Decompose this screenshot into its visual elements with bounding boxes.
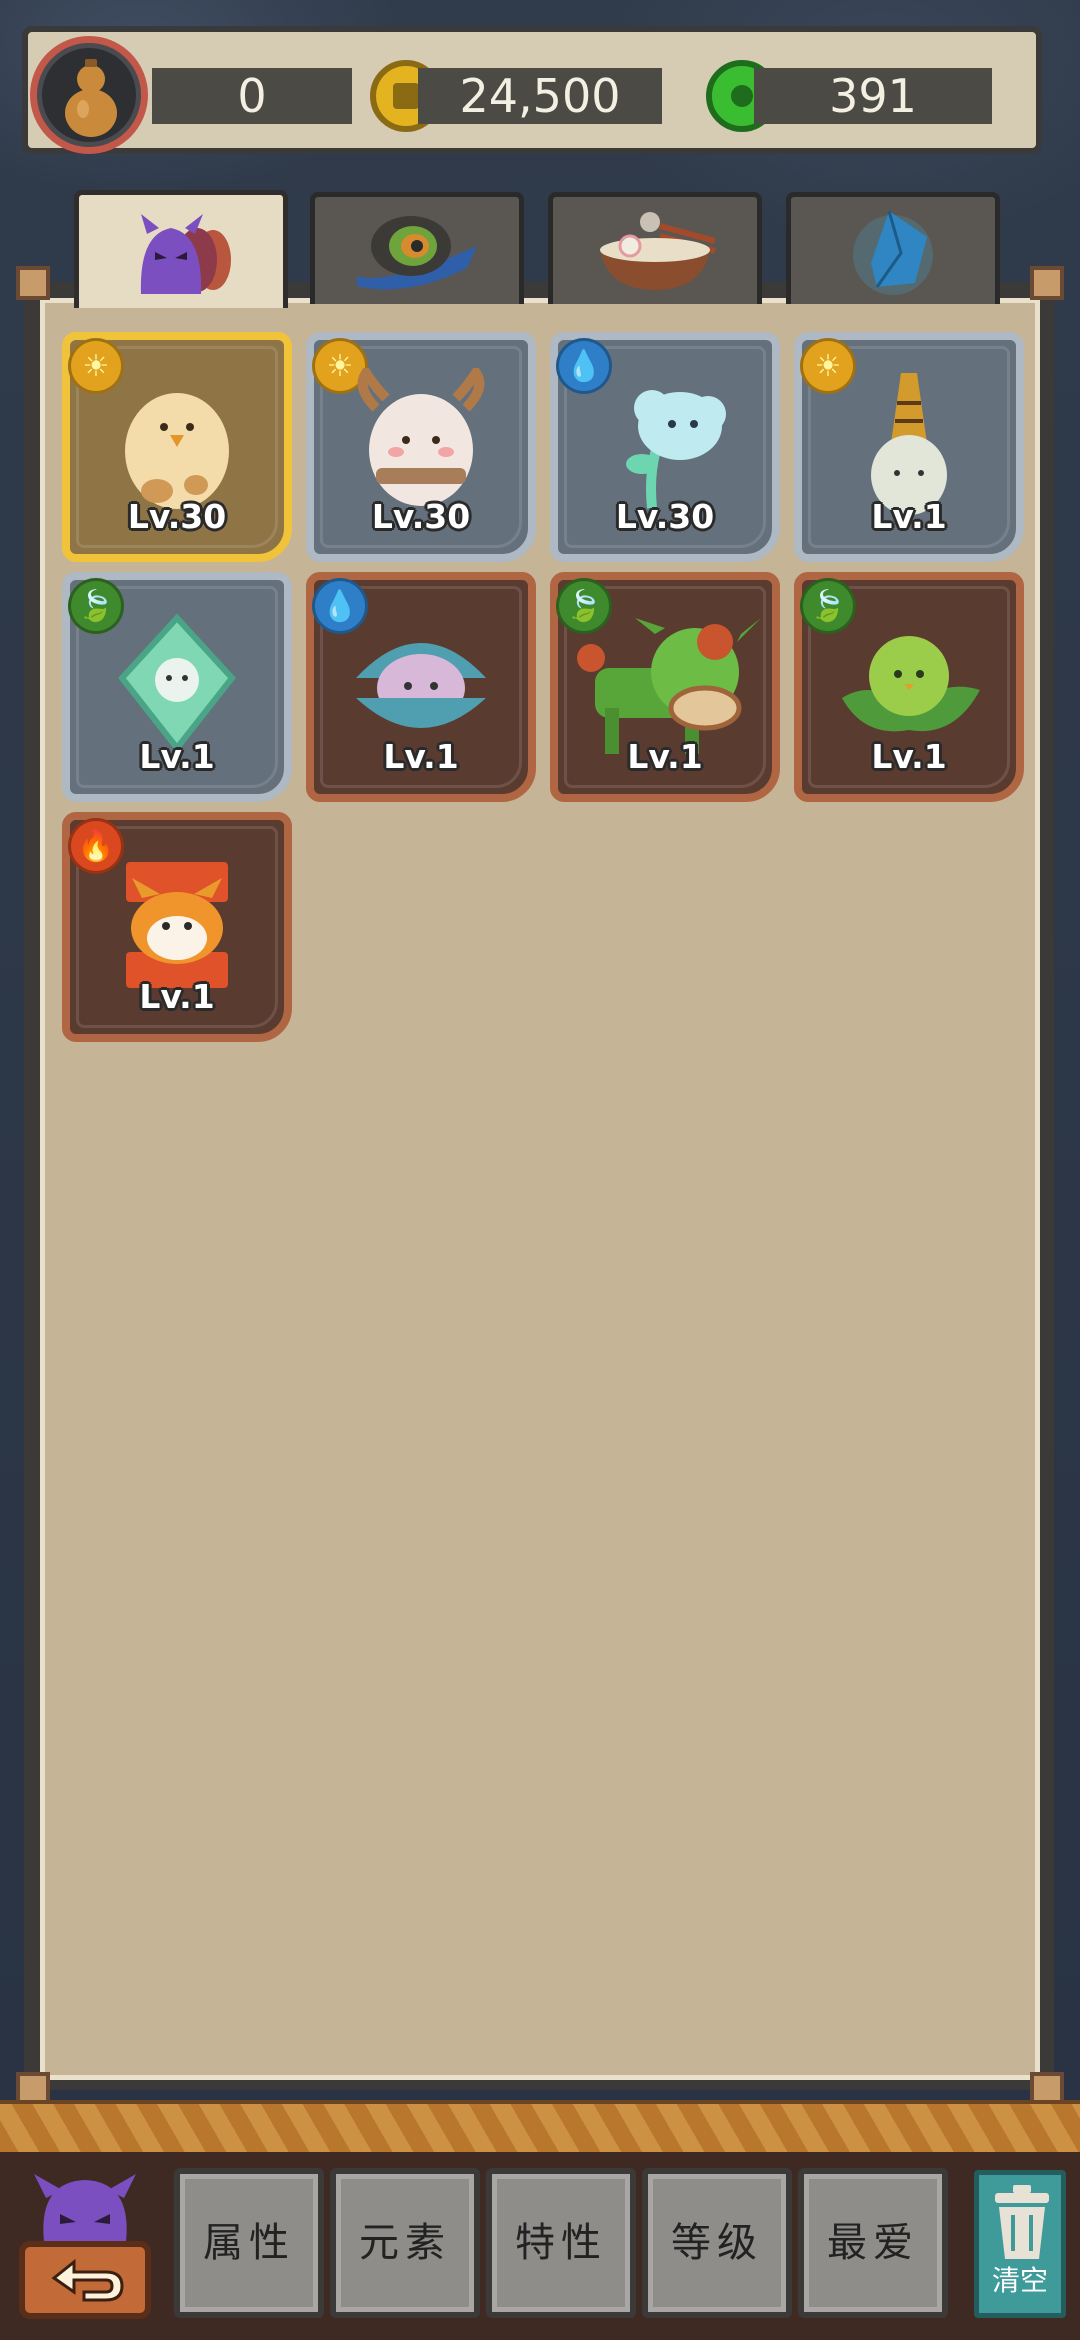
pet-level: Lv.1 [383, 737, 459, 776]
coin-count: 24,500 [418, 68, 662, 124]
monster-group-icon [140, 213, 231, 294]
pet-card[interactable]: 💧 Lv.30 [550, 332, 780, 562]
gourd-badge[interactable] [30, 36, 148, 154]
pet-level: Lv.30 [371, 497, 471, 536]
fire-fox-box-creature [126, 861, 228, 988]
sun-element-icon: ☀ [800, 338, 856, 394]
sort-element-button[interactable]: 元素 [330, 2168, 480, 2318]
pea-sprout-creature [842, 635, 980, 732]
pet-card[interactable]: ☀ Lv.30 [62, 332, 292, 562]
tab-feathers[interactable] [310, 192, 524, 304]
diamond-spirit-creature [118, 613, 236, 753]
pet-level: Lv.1 [871, 737, 947, 776]
pet-card[interactable]: 🍃 Lv.1 [550, 572, 780, 802]
pet-grid-area [40, 298, 1040, 2080]
chick-egg-creature [125, 392, 229, 509]
cloud-sprout-creature [626, 389, 726, 509]
pet-card[interactable]: 🍃 Lv.1 [62, 572, 292, 802]
sort-favorite-button[interactable]: 最爱 [798, 2168, 948, 2318]
gourd-count: 0 [152, 68, 352, 124]
clam-spirit-creature [356, 642, 486, 728]
decor-strip [0, 2100, 1080, 2160]
clear-label: 清空 [991, 2264, 1048, 2297]
pet-card[interactable]: ☀ Lv.30 [306, 332, 536, 562]
sort-attribute-button[interactable]: 属性 [174, 2168, 324, 2318]
pet-level: Lv.1 [139, 737, 215, 776]
back-button[interactable] [14, 2172, 156, 2322]
clear-button[interactable]: 清空 [974, 2170, 1066, 2318]
tab-monsters[interactable] [74, 190, 288, 308]
gourd-icon [65, 59, 117, 137]
pet-card[interactable]: ☀ Lv.1 [794, 332, 1024, 562]
tab-food[interactable] [548, 192, 762, 304]
pet-card[interactable]: 💧 Lv.1 [306, 572, 536, 802]
panel-corner [16, 266, 50, 300]
pet-level: Lv.30 [127, 497, 227, 536]
pet-card[interactable]: 🔥 Lv.1 [62, 812, 292, 1042]
jade-count: 391 [754, 68, 992, 124]
pet-level: Lv.30 [615, 497, 715, 536]
sort-level-button[interactable]: 等级 [642, 2168, 792, 2318]
pet-level: Lv.1 [871, 497, 947, 536]
pet-card[interactable]: 🍃 Lv.1 [794, 572, 1024, 802]
tab-crystals[interactable] [786, 192, 1000, 304]
pet-level: Lv.1 [627, 737, 703, 776]
noodle-bowl-icon [600, 211, 716, 290]
back-arrow-icon [19, 2174, 151, 2319]
panel-corner [1030, 266, 1064, 300]
sort-trait-button[interactable]: 特性 [486, 2168, 636, 2318]
peacock-feather-icon [357, 215, 477, 289]
deer-egg-creature [357, 367, 485, 506]
blue-crystal-icon [853, 210, 933, 295]
trash-icon [995, 2185, 1049, 2259]
pet-level: Lv.1 [139, 977, 215, 1016]
